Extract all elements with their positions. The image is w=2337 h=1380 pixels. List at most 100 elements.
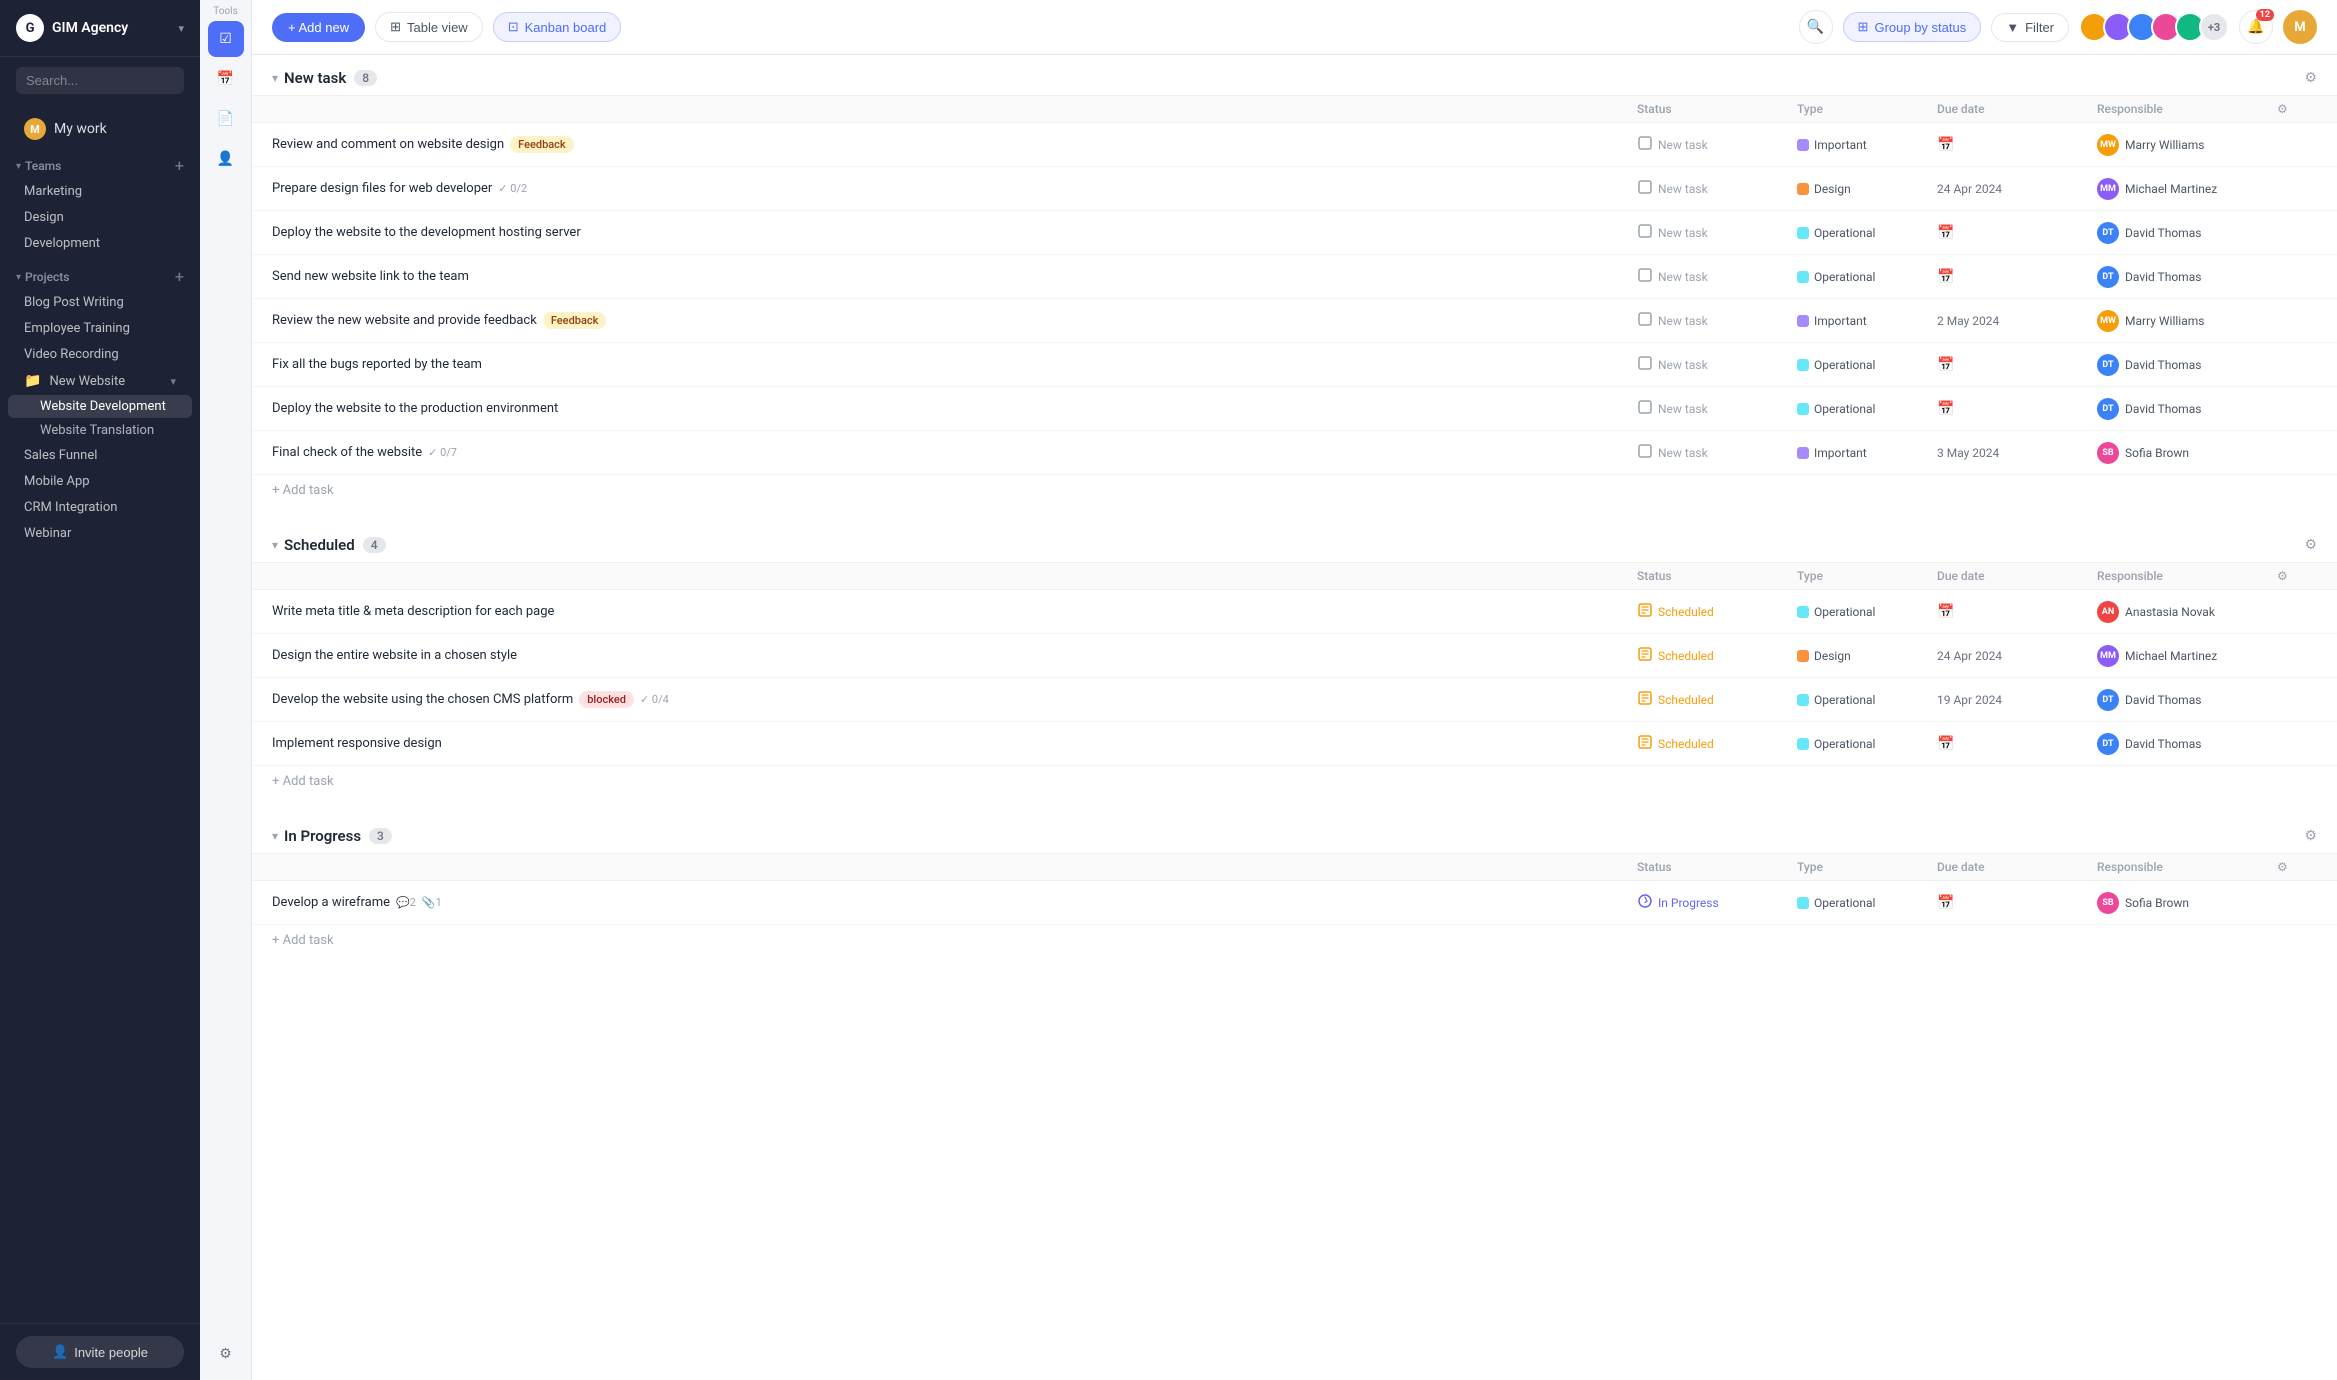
sidebar-item-marketing[interactable]: Marketing xyxy=(8,179,192,204)
group-title-2: In Progress xyxy=(284,827,361,845)
teams-add-icon[interactable]: + xyxy=(175,158,184,174)
sales-funnel-label: Sales Funnel xyxy=(24,448,97,463)
group-title-1: Scheduled xyxy=(284,536,355,554)
sidebar-item-employee-training[interactable]: Employee Training xyxy=(8,316,192,341)
status-text: Scheduled xyxy=(1658,693,1714,707)
task-type-cell: Operational xyxy=(1797,226,1937,240)
task-type-cell: Important xyxy=(1797,446,1937,460)
group-settings-1[interactable]: ⚙ xyxy=(2304,537,2317,553)
task-type-cell: Operational xyxy=(1797,402,1937,416)
task-due-cell: 📅 xyxy=(1937,736,2097,752)
table-row[interactable]: Fix all the bugs reported by the team Ne… xyxy=(252,343,2337,387)
table-row[interactable]: Review and comment on website designFeed… xyxy=(252,123,2337,167)
task-type-cell: Operational xyxy=(1797,605,1937,619)
sidebar-header[interactable]: G GIM Agency ▾ xyxy=(0,0,200,57)
search-input[interactable] xyxy=(16,67,184,94)
task-name-text: Fix all the bugs reported by the team xyxy=(272,357,482,372)
add-task-label-1: + Add task xyxy=(272,774,334,789)
table-header-2: Status Type Due date Responsible ⚙ xyxy=(252,854,2337,881)
notification-button[interactable]: 🔔 12 xyxy=(2239,10,2273,44)
group-toggle-0[interactable]: ▾ xyxy=(272,71,278,85)
sidebar-item-crm-integration[interactable]: CRM Integration xyxy=(8,495,192,520)
design-label: Design xyxy=(24,210,64,225)
table-row[interactable]: Final check of the website✓ 0/7 New task… xyxy=(252,431,2337,475)
add-task-row-2[interactable]: + Add task xyxy=(252,925,2337,956)
section-gap xyxy=(252,956,2337,972)
sidebar-subitem-website-development[interactable]: Website Development xyxy=(8,395,192,418)
task-name-text: Prepare design files for web developer xyxy=(272,181,492,196)
projects-add-icon[interactable]: + xyxy=(175,269,184,285)
table-row[interactable]: Write meta title & meta description for … xyxy=(252,590,2337,634)
sidebar-item-development[interactable]: Development xyxy=(8,231,192,256)
strip-icon-calendar[interactable]: 📅 xyxy=(208,61,244,97)
user-avatar[interactable]: M xyxy=(2283,10,2317,44)
kanban-board-button[interactable]: ⊡ Kanban board xyxy=(493,12,622,42)
sidebar-item-my-work[interactable]: M My work xyxy=(8,112,192,146)
status-text: Scheduled xyxy=(1658,605,1714,619)
group-toggle-2[interactable]: ▾ xyxy=(272,829,278,843)
table-view-button[interactable]: ⊞ Table view xyxy=(375,12,483,42)
invite-people-button[interactable]: 👤 Invite people xyxy=(16,1336,184,1368)
filter-button[interactable]: ▼ Filter xyxy=(1991,13,2069,42)
table-row[interactable]: Send new website link to the team New ta… xyxy=(252,255,2337,299)
task-name-text: Implement responsive design xyxy=(272,736,442,751)
add-new-button[interactable]: + Add new xyxy=(272,13,365,42)
responsible-avatar: AN xyxy=(2097,601,2119,623)
th-status-1: Status xyxy=(1637,569,1797,583)
strip-icon-checkbox[interactable]: ☑ xyxy=(208,21,244,57)
sidebar-item-mobile-app[interactable]: Mobile App xyxy=(8,469,192,494)
task-status-cell: New task xyxy=(1637,311,1797,331)
table-row[interactable]: Implement responsive design Scheduled Op… xyxy=(252,722,2337,766)
teams-toggle-icon[interactable]: ▾ xyxy=(16,161,21,172)
task-due-cell: 2 May 2024 xyxy=(1937,314,2097,328)
projects-section-header: ▾ Projects + xyxy=(0,265,200,289)
strip-icon-person[interactable]: 👤 xyxy=(208,141,244,177)
group-settings-2[interactable]: ⚙ xyxy=(2304,828,2317,844)
projects-toggle-icon[interactable]: ▾ xyxy=(16,272,21,283)
teams-label: Teams xyxy=(25,159,61,173)
th-due-0: Due date xyxy=(1937,102,2097,116)
sidebar-item-new-website[interactable]: 📁 New Website ▾ xyxy=(8,368,192,394)
table-row[interactable]: Review the new website and provide feedb… xyxy=(252,299,2337,343)
task-name-cell-0-0: Review and comment on website designFeed… xyxy=(272,128,1637,161)
table-row[interactable]: Design the entire website in a chosen st… xyxy=(252,634,2337,678)
task-type-cell: Operational xyxy=(1797,270,1937,284)
task-name-cell-1-3: Implement responsive design xyxy=(272,728,1637,759)
responsible-name: David Thomas xyxy=(2125,226,2201,240)
group-settings-0[interactable]: ⚙ xyxy=(2304,70,2317,86)
responsible-name: Michael Martinez xyxy=(2125,182,2217,196)
website-translation-label: Website Translation xyxy=(40,423,154,438)
sidebar-item-blog-post-writing[interactable]: Blog Post Writing xyxy=(8,290,192,315)
table-row[interactable]: Deploy the website to the development ho… xyxy=(252,211,2337,255)
sidebar-item-sales-funnel[interactable]: Sales Funnel xyxy=(8,443,192,468)
task-name-cell-1-1: Design the entire website in a chosen st… xyxy=(272,640,1637,671)
table-row[interactable]: Develop a wireframe💬2📎1 In Progress Oper… xyxy=(252,881,2337,925)
strip-icon-doc[interactable]: 📄 xyxy=(208,101,244,137)
sidebar-item-webinar[interactable]: Webinar xyxy=(8,521,192,546)
sidebar-subitem-website-translation[interactable]: Website Translation xyxy=(8,419,192,442)
task-resp-cell: DT David Thomas xyxy=(2097,398,2277,420)
sidebar-item-design[interactable]: Design xyxy=(8,205,192,230)
task-resp-cell: MW Marry Williams xyxy=(2097,134,2277,156)
group-by-status-button[interactable]: ⊞ Group by status xyxy=(1843,12,1982,42)
task-status-cell: New task xyxy=(1637,355,1797,375)
responsible-name: Sofia Brown xyxy=(2125,896,2189,910)
avatar-more[interactable]: +3 xyxy=(2199,12,2229,42)
table-row[interactable]: Prepare design files for web developer✓ … xyxy=(252,167,2337,211)
filter-label: Filter xyxy=(2025,20,2054,35)
add-task-row-1[interactable]: + Add task xyxy=(252,766,2337,797)
add-new-label: + Add new xyxy=(288,20,349,35)
group-toggle-1[interactable]: ▾ xyxy=(272,538,278,552)
task-name-text: Send new website link to the team xyxy=(272,269,469,284)
table-row[interactable]: Develop the website using the chosen CMS… xyxy=(252,678,2337,722)
search-button[interactable]: 🔍 xyxy=(1799,10,1833,44)
sidebar-item-video-recording[interactable]: Video Recording xyxy=(8,342,192,367)
task-status-cell: Scheduled xyxy=(1637,602,1797,622)
task-tag: Feedback xyxy=(543,312,607,329)
responsible-avatar: MM xyxy=(2097,645,2119,667)
calendar-icon: 📅 xyxy=(1937,357,1954,373)
table-row[interactable]: Deploy the website to the production env… xyxy=(252,387,2337,431)
add-task-row-0[interactable]: + Add task xyxy=(252,475,2337,506)
strip-icon-settings[interactable]: ⚙ xyxy=(208,1336,244,1372)
type-text: Operational xyxy=(1814,226,1875,240)
